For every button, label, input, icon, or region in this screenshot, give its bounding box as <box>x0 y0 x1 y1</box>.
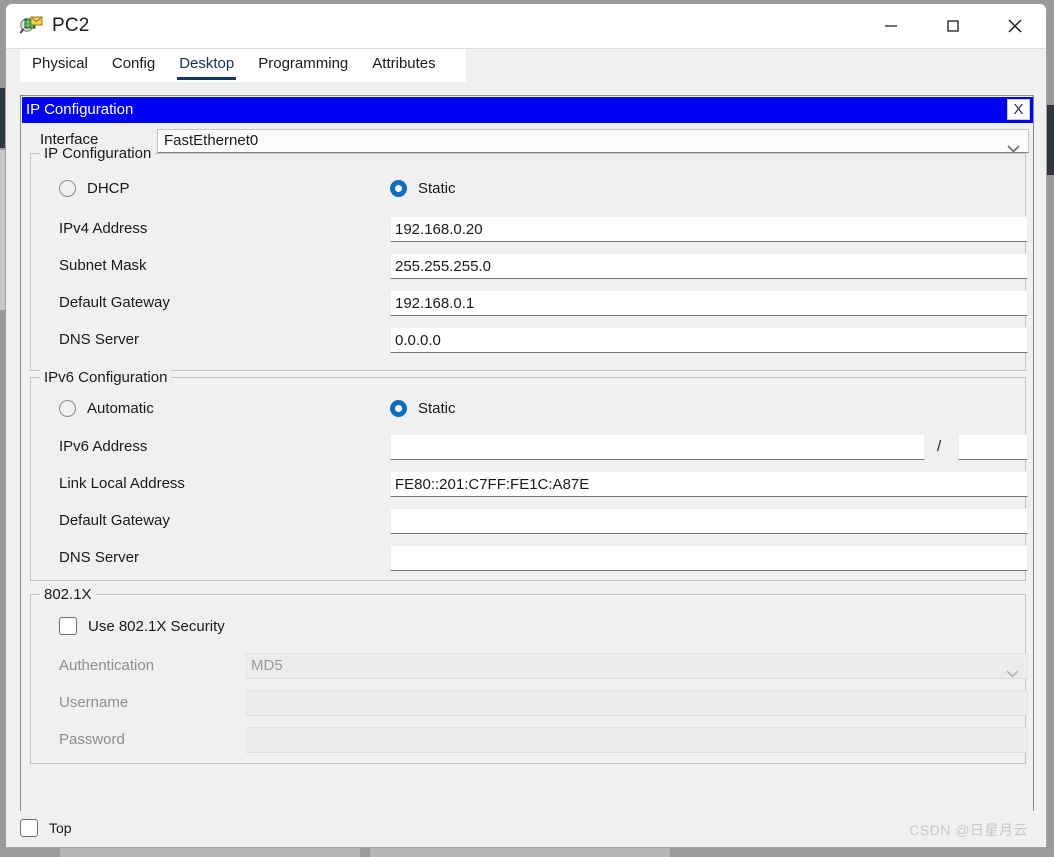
interface-select[interactable]: FastEthernet0 <box>157 129 1029 153</box>
password-row: Password <box>31 727 1025 755</box>
use-8021x-security-checkbox[interactable]: Use 802.1X Security <box>59 617 225 635</box>
interface-row: Interface FastEthernet0 <box>29 129 1029 153</box>
radio-static-ipv4-indicator <box>390 180 407 197</box>
watermark: CSDN @日星月云 <box>909 820 1028 840</box>
authentication-row: Authentication MD5 <box>31 653 1025 681</box>
ipv6-address-input[interactable] <box>390 434 925 460</box>
ipv6-dns-server-row: DNS Server <box>31 545 1025 573</box>
ipv6-address-row: IPv6 Address / <box>31 434 1025 462</box>
taskbar-strip <box>0 848 1054 857</box>
username-label: Username <box>59 694 128 711</box>
password-input[interactable] <box>246 727 1028 753</box>
link-local-address-input[interactable] <box>390 471 1028 497</box>
ipv6-default-gateway-label: Default Gateway <box>59 512 170 529</box>
subnet-mask-row: Subnet Mask <box>31 253 1025 281</box>
maximize-icon <box>945 18 961 34</box>
dot1x-group-title: 802.1X <box>40 586 96 603</box>
ipv4-default-gateway-label: Default Gateway <box>59 294 170 311</box>
ipv6-group-title: IPv6 Configuration <box>40 369 171 386</box>
ipv4-mode-row: DHCP Static <box>31 180 1025 206</box>
close-button[interactable] <box>984 4 1046 48</box>
username-row: Username <box>31 690 1025 718</box>
tab-programming[interactable]: Programming <box>246 49 360 82</box>
authentication-selected-value: MD5 <box>251 657 283 674</box>
radio-static-ipv6-label: Static <box>418 400 456 417</box>
window-titlebar[interactable]: PC2 <box>6 4 1046 49</box>
link-local-address-label: Link Local Address <box>59 475 185 492</box>
window-controls <box>860 4 1046 48</box>
ipv4-dns-server-label: DNS Server <box>59 331 139 348</box>
tab-desktop[interactable]: Desktop <box>167 49 246 82</box>
ipv4-address-input[interactable] <box>390 216 1028 242</box>
interface-selected-value: FastEthernet0 <box>164 132 258 149</box>
radio-static-ipv4-label: Static <box>418 180 456 197</box>
link-local-address-row: Link Local Address <box>31 471 1025 499</box>
ipv6-prefix-length-input[interactable] <box>958 434 1028 460</box>
use-8021x-security-label: Use 802.1X Security <box>88 618 225 635</box>
main-tabbar: Physical Config Desktop Programming Attr… <box>6 49 1046 82</box>
radio-automatic-indicator <box>59 400 76 417</box>
ipv4-configuration-group: IP Configuration DHCP Static IPv4 Addres… <box>30 153 1026 371</box>
ipv6-configuration-group: IPv6 Configuration Automatic Static IPv6… <box>30 377 1026 581</box>
ipv4-default-gateway-input[interactable] <box>390 290 1028 316</box>
chevron-down-icon <box>1006 662 1019 686</box>
packet-tracer-device-icon <box>19 14 43 38</box>
top-checkbox-label: Top <box>49 820 72 836</box>
tab-physical[interactable]: Physical <box>20 49 100 82</box>
authentication-label: Authentication <box>59 657 154 674</box>
checkbox-icon <box>20 819 38 837</box>
ipv6-default-gateway-row: Default Gateway <box>31 508 1025 536</box>
panel-close-button[interactable]: X <box>1007 99 1030 120</box>
dot1x-group: 802.1X Use 802.1X Security Authenticatio… <box>30 594 1026 764</box>
window-footer: Top CSDN @日星月云 <box>6 811 1046 847</box>
ipv4-group-title: IP Configuration <box>40 145 155 162</box>
ipv6-mode-row: Automatic Static <box>31 400 1025 426</box>
subnet-mask-label: Subnet Mask <box>59 257 147 274</box>
ipv4-dns-server-row: DNS Server <box>31 327 1025 355</box>
ipv4-dns-server-input[interactable] <box>390 327 1028 353</box>
dot1x-enable-row: Use 802.1X Security <box>31 617 1025 643</box>
ipv6-default-gateway-input[interactable] <box>390 508 1028 534</box>
radio-automatic[interactable]: Automatic <box>59 400 154 417</box>
password-label: Password <box>59 731 125 748</box>
radio-dhcp-indicator <box>59 180 76 197</box>
minimize-button[interactable] <box>860 4 922 48</box>
minimize-icon <box>883 18 899 34</box>
maximize-button[interactable] <box>922 4 984 48</box>
ip-configuration-panel: IP Configuration X Interface FastEtherne… <box>20 95 1034 813</box>
window-title: PC2 <box>52 15 90 37</box>
ipv4-default-gateway-row: Default Gateway <box>31 290 1025 318</box>
ipv6-address-label: IPv6 Address <box>59 438 147 455</box>
username-input[interactable] <box>246 690 1028 716</box>
ipv6-prefix-separator: / <box>937 438 941 455</box>
pc-device-window: PC2 Physical Config De <box>5 3 1047 848</box>
ipv6-dns-server-label: DNS Server <box>59 549 139 566</box>
subnet-mask-input[interactable] <box>390 253 1028 279</box>
checkbox-icon <box>59 617 77 635</box>
radio-automatic-label: Automatic <box>87 400 154 417</box>
ipv4-address-label: IPv4 Address <box>59 220 147 237</box>
authentication-select[interactable]: MD5 <box>246 653 1028 679</box>
tab-attributes[interactable]: Attributes <box>360 49 447 82</box>
ipv6-dns-server-input[interactable] <box>390 545 1028 571</box>
tab-config[interactable]: Config <box>100 49 167 82</box>
radio-dhcp[interactable]: DHCP <box>59 180 130 197</box>
ipv4-address-row: IPv4 Address <box>31 216 1025 244</box>
radio-static-ipv6-indicator <box>390 400 407 417</box>
radio-static-ipv6[interactable]: Static <box>390 400 456 417</box>
radio-static-ipv4[interactable]: Static <box>390 180 456 197</box>
radio-dhcp-label: DHCP <box>87 180 130 197</box>
close-icon <box>1005 16 1025 36</box>
top-checkbox[interactable]: Top <box>20 819 72 837</box>
panel-title: IP Configuration <box>22 97 1033 123</box>
